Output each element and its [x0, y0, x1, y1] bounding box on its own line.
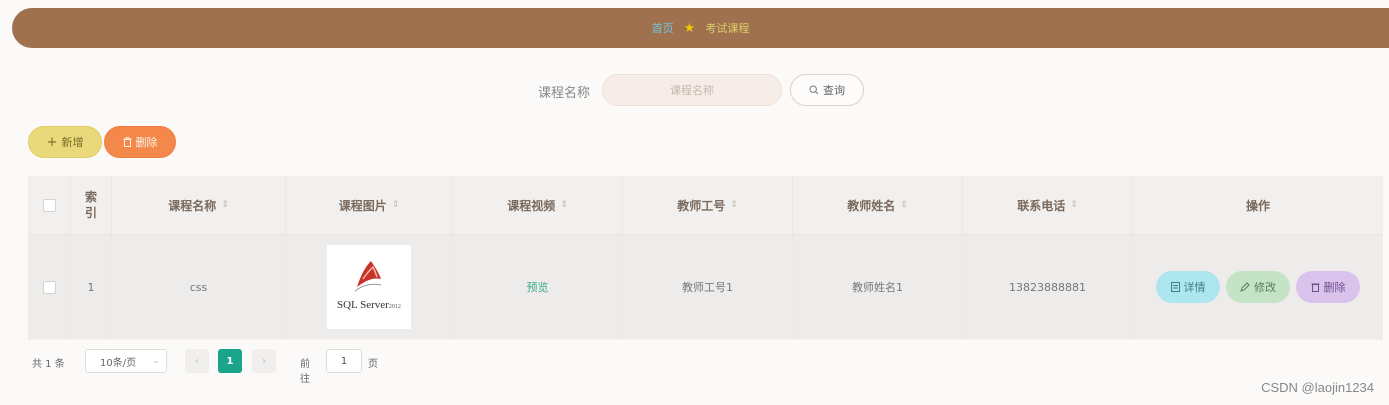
row-video-preview-link[interactable]: 预览 [453, 235, 623, 339]
header-index: 索 引 [71, 176, 112, 234]
star-icon: ★ [683, 20, 696, 36]
header-course-image[interactable]: 课程图片 ⇕ [286, 176, 453, 234]
course-image-caption: SQL Server2012 [337, 299, 401, 311]
header-phone-label: 联系电话 [1017, 198, 1066, 213]
goto-label: 前往 [300, 359, 310, 385]
header-phone[interactable]: 联系电话 ⇕ [963, 176, 1133, 234]
header-course-video-label: 课程视频 [507, 198, 556, 213]
header-course-video[interactable]: 课程视频 ⇕ [453, 176, 623, 234]
sort-icon[interactable]: ⇕ [221, 200, 229, 210]
trash-icon [1311, 283, 1319, 292]
search-icon [809, 85, 819, 95]
chevron-down-icon: ⌄ [152, 356, 160, 366]
sort-icon[interactable]: ⇕ [730, 200, 738, 210]
prev-page-button[interactable]: ‹ [185, 349, 209, 373]
row-checkbox[interactable] [42, 280, 56, 294]
header-teacher-name-label: 教师姓名 [847, 198, 896, 213]
add-button[interactable]: + 新增 [28, 126, 102, 158]
search-bar: 课程名称 查询 [0, 73, 1389, 107]
header-course-name[interactable]: 课程名称 ⇕ [112, 176, 286, 234]
select-all-checkbox[interactable] [42, 198, 56, 212]
total-count: 共 1 条 [32, 359, 65, 370]
logo-year: 2012 [388, 304, 401, 310]
breadcrumb: 首页 ★ 考试课程 [12, 8, 1389, 48]
chevron-left-icon: ‹ [195, 355, 199, 367]
query-button[interactable]: 查询 [790, 74, 864, 106]
page-size-select[interactable]: 10条/页 ⌄ [85, 349, 167, 373]
header-teacher-id-label: 教师工号 [677, 198, 726, 213]
document-icon [1170, 282, 1180, 292]
row-teacher-name: 教师姓名1 [793, 235, 963, 339]
select-all-cell [28, 176, 71, 234]
goto-page-input[interactable] [326, 349, 362, 373]
next-page-button[interactable]: › [252, 349, 276, 373]
sort-icon[interactable]: ⇕ [560, 200, 568, 210]
course-name-search-input[interactable] [602, 74, 782, 106]
page-size-value: 10条/页 [100, 357, 137, 369]
breadcrumb-current: 考试课程 [705, 22, 750, 35]
header-operations-label: 操作 [1245, 198, 1270, 213]
delete-button-label: 删除 [135, 136, 158, 149]
row-course-image-cell: SQL Server2012 [286, 235, 453, 339]
table-header: 索 引 课程名称 ⇕ 课程图片 ⇕ 课程视频 ⇕ 教师工号 ⇕ 教师姓名 ⇕ 联系电话 ⇕ … [28, 176, 1383, 235]
breadcrumb-home-link[interactable]: 首页 [652, 20, 674, 36]
course-table: 索 引 课程名称 ⇕ 课程图片 ⇕ 课程视频 ⇕ 教师工号 ⇕ 教师姓名 ⇕ 联系电话 ⇕ … [28, 176, 1383, 340]
chevron-right-icon: › [262, 355, 266, 367]
course-image[interactable]: SQL Server2012 [327, 245, 411, 329]
header-course-name-label: 课程名称 [168, 198, 217, 213]
row-operations: 详情 修改 删除 [1133, 235, 1383, 339]
edit-button-label: 修改 [1254, 281, 1276, 294]
sort-icon[interactable]: ⇕ [392, 200, 400, 210]
edit-button[interactable]: 修改 [1226, 271, 1290, 303]
row-index: 1 [71, 235, 112, 339]
row-select-cell [28, 235, 71, 339]
add-button-label: 新增 [61, 136, 84, 149]
row-course-name: css [112, 235, 286, 339]
row-delete-button-label: 删除 [1323, 281, 1346, 294]
sql-server-logo-icon [354, 261, 382, 292]
plus-icon: + [46, 134, 58, 150]
page-number-current[interactable]: 1 [218, 349, 242, 373]
trash-icon [123, 137, 131, 147]
batch-delete-button[interactable]: 删除 [104, 126, 176, 158]
table-row: 1 css SQL Server2012 预览 教师工号1 教师姓名1 1382… [28, 235, 1383, 339]
sort-icon[interactable]: ⇕ [900, 200, 908, 210]
logo-text: SQL Server [337, 299, 389, 311]
header-teacher-name[interactable]: 教师姓名 ⇕ [793, 176, 963, 234]
header-index-line1: 索 [84, 190, 97, 204]
watermark: CSDN @laojin1234 [1261, 380, 1374, 395]
detail-button[interactable]: 详情 [1156, 271, 1220, 303]
goto-suffix: 页 [368, 359, 378, 370]
search-label: 课程名称 [538, 86, 591, 101]
header-course-image-label: 课程图片 [338, 198, 387, 213]
header-operations: 操作 [1133, 176, 1383, 234]
query-button-label: 查询 [823, 84, 845, 97]
detail-button-label: 详情 [1183, 281, 1206, 294]
row-phone: 13823888881 [963, 235, 1133, 339]
header-teacher-id[interactable]: 教师工号 ⇕ [623, 176, 793, 234]
row-teacher-id: 教师工号1 [623, 235, 793, 339]
row-delete-button[interactable]: 删除 [1296, 271, 1360, 303]
header-index-line2: 引 [84, 206, 97, 220]
pencil-icon [1240, 282, 1250, 292]
sort-icon[interactable]: ⇕ [1070, 200, 1078, 210]
